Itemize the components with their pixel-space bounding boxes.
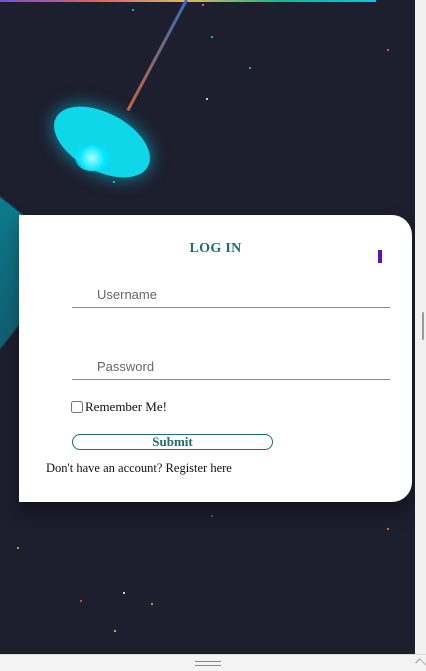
- register-link[interactable]: Don't have an account? Register here: [46, 461, 232, 476]
- star: [114, 630, 116, 632]
- login-card: LOG IN Remember Me! Submit Don't have an…: [19, 215, 412, 502]
- star: [17, 547, 19, 549]
- remember-me-checkbox[interactable]: [71, 401, 83, 413]
- lamp-head: [42, 91, 162, 193]
- login-title: LOG IN: [189, 241, 242, 256]
- lamp-glow: [75, 145, 109, 171]
- star: [249, 67, 251, 69]
- lamp-illustration: [42, 91, 162, 193]
- scrollbar[interactable]: [415, 0, 426, 654]
- star: [387, 528, 389, 530]
- scrollbar-thumb[interactable]: [422, 312, 424, 340]
- star: [211, 515, 213, 517]
- resize-corner-icon[interactable]: [415, 658, 426, 670]
- star: [151, 603, 153, 605]
- star: [113, 181, 115, 183]
- accent-marker: [378, 250, 382, 263]
- star: [80, 600, 82, 602]
- submit-button[interactable]: Submit: [72, 434, 273, 450]
- remember-me[interactable]: Remember Me!: [71, 399, 167, 415]
- page-background: LOG IN Remember Me! Submit Don't have an…: [0, 0, 415, 654]
- star: [206, 98, 208, 100]
- username-input[interactable]: [72, 282, 390, 308]
- star: [211, 36, 213, 38]
- laser-line: [126, 0, 188, 112]
- resize-grip-icon[interactable]: [195, 661, 221, 666]
- bottom-resize-bar[interactable]: [0, 654, 426, 671]
- star: [123, 592, 125, 594]
- password-input[interactable]: [72, 354, 390, 380]
- remember-me-label: Remember Me!: [85, 399, 167, 414]
- star: [387, 49, 389, 51]
- star: [202, 4, 204, 6]
- star: [132, 9, 134, 11]
